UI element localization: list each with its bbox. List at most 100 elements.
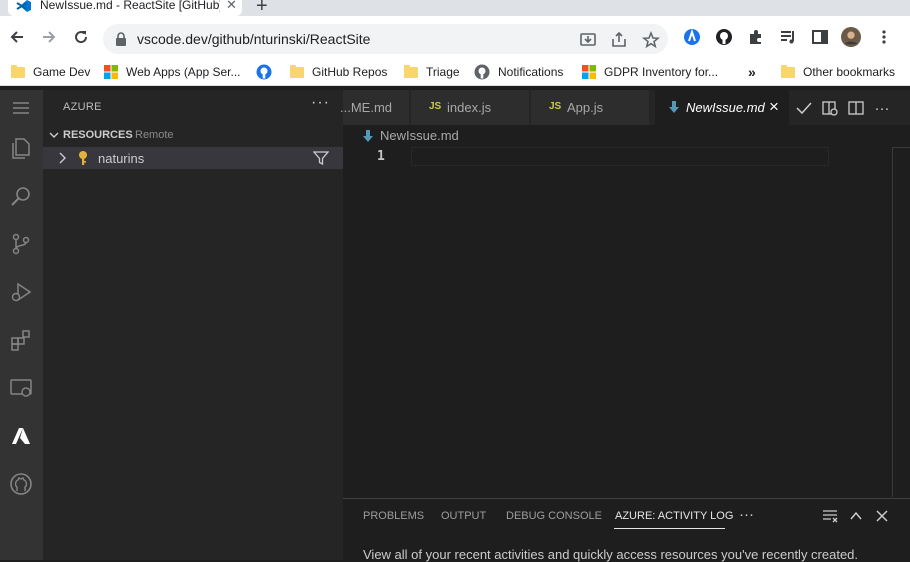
close-panel-button[interactable] [874, 508, 890, 524]
extensions-icon [11, 330, 30, 351]
azure-button[interactable] [5, 420, 37, 452]
profile-button[interactable] [841, 27, 861, 47]
resources-section-header[interactable]: RESOURCES Remote [43, 126, 343, 146]
editor-actions: ··· [790, 90, 910, 125]
editor-text-area[interactable] [411, 147, 829, 166]
bookmarks-bar: Game Dev Web Apps (App Ser... GitHub Rep… [0, 58, 910, 86]
more-bookmarks-button[interactable]: » [748, 64, 756, 80]
remote-explorer-icon [10, 379, 32, 397]
folder-icon [404, 64, 418, 78]
markdown-icon [669, 101, 679, 113]
explorer-button[interactable] [5, 132, 37, 164]
microsoft-icon [582, 65, 596, 79]
side-panel-icon [812, 30, 828, 44]
media-button[interactable] [778, 27, 798, 47]
close-tab-icon[interactable]: ✕ [226, 0, 237, 13]
open-preview-button[interactable] [821, 99, 839, 117]
bottom-panel: PROBLEMS OUTPUT DEBUG CONSOLE AZURE: ACT… [343, 498, 910, 562]
share-icon[interactable] [610, 31, 628, 49]
bookmark-game-dev[interactable]: Game Dev [11, 64, 90, 80]
remote-explorer-button[interactable] [5, 372, 37, 404]
key-icon [79, 151, 87, 165]
maximize-panel-button[interactable] [848, 508, 864, 524]
commit-button[interactable] [795, 99, 813, 117]
tab-azure-activity-log[interactable]: AZURE: ACTIVITY LOG [615, 510, 733, 522]
sidebar-more-actions-button[interactable]: ··· [311, 94, 330, 112]
active-tab-indicator [614, 528, 725, 529]
editor-more-actions-button[interactable]: ··· [873, 99, 891, 117]
github-icon [716, 29, 732, 45]
install-app-icon[interactable] [579, 31, 597, 49]
kebab-menu-icon [882, 30, 886, 44]
resources-title: RESOURCES [63, 129, 133, 141]
activity-bar [0, 90, 43, 560]
tree-item-naturins[interactable]: naturins [43, 147, 343, 169]
tab-newissue-md[interactable]: NewIssue.md × [655, 90, 790, 125]
bookmark-gdpr-inventory[interactable]: GDPR Inventory for... [582, 64, 718, 80]
lock-icon [116, 32, 126, 46]
bookmark-notifications[interactable]: Notifications [474, 64, 563, 80]
chevron-right-icon [59, 152, 66, 164]
tab-app-js[interactable]: JS App.js [531, 90, 650, 125]
tab-problems[interactable]: PROBLEMS [363, 510, 424, 522]
github-icon [256, 64, 272, 80]
sidebar-title: AZURE [63, 101, 102, 113]
bookmark-triage[interactable]: Triage [404, 64, 460, 80]
editor-area: ...ME.md JS index.js JS App.js NewIssue.… [340, 90, 910, 562]
bookmark-other-bookmarks[interactable]: Other bookmarks [781, 64, 895, 80]
back-button[interactable] [7, 27, 27, 47]
source-control-button[interactable] [5, 228, 37, 260]
breadcrumb[interactable]: NewIssue.md [363, 128, 459, 143]
bookmark-label: GitHub Repos [312, 65, 388, 79]
url-text: vscode.dev/github/nturinski/ReactSite [137, 31, 371, 47]
bookmark-github-repos[interactable]: GitHub Repos [290, 64, 387, 80]
run-debug-button[interactable] [5, 276, 37, 308]
playlist-icon [781, 31, 794, 44]
clear-log-button[interactable] [822, 508, 838, 524]
bookmark-web-apps[interactable]: Web Apps (App Ser... [104, 64, 241, 80]
bookmark-label: Notifications [498, 65, 564, 79]
address-bar[interactable]: vscode.dev/github/nturinski/ReactSite [103, 24, 668, 54]
tab-output[interactable]: OUTPUT [441, 510, 486, 522]
search-button[interactable] [5, 180, 37, 212]
bookmark-label: GDPR Inventory for... [604, 65, 719, 79]
tab-label: index.js [447, 100, 492, 115]
arrow-right-icon [43, 31, 56, 43]
chevron-up-icon [850, 511, 862, 520]
azure-icon [12, 428, 30, 444]
extension-azure-button[interactable] [682, 27, 702, 47]
browser-toolbar: vscode.dev/github/nturinski/ReactSite [0, 16, 910, 58]
markdown-icon [363, 129, 373, 142]
browser-tab-title: NewIssue.md - ReactSite [GitHub] [40, 0, 220, 12]
microsoft-icon [104, 65, 118, 79]
bookmark-github[interactable] [256, 64, 272, 80]
close-tab-button[interactable]: × [769, 97, 779, 117]
tab-debug-console[interactable]: DEBUG CONSOLE [506, 510, 602, 522]
close-icon [876, 510, 888, 522]
extensions-view-button[interactable] [5, 324, 37, 356]
github-view-button[interactable] [5, 468, 37, 500]
chevron-down-icon [49, 132, 59, 138]
split-editor-icon [848, 101, 864, 115]
overview-ruler [892, 147, 893, 497]
browser-tab-strip: NewIssue.md - ReactSite [GitHub] ✕ + [0, 0, 910, 17]
extension-github-button[interactable] [714, 27, 734, 47]
side-panel-button[interactable] [810, 27, 830, 47]
puzzle-icon [750, 30, 761, 44]
tab-index-js[interactable]: JS index.js [411, 90, 530, 125]
source-control-icon [12, 233, 30, 255]
panel-more-button[interactable]: ··· [739, 506, 754, 523]
reload-button[interactable] [71, 27, 91, 47]
resources-subtitle: Remote [135, 129, 174, 141]
folder-icon [290, 64, 304, 78]
menu-button[interactable] [5, 92, 37, 124]
extensions-button[interactable] [746, 27, 766, 47]
browser-tab[interactable]: NewIssue.md - ReactSite [GitHub] ✕ [8, 0, 242, 16]
split-editor-button[interactable] [847, 99, 865, 117]
vscode-workbench: AZURE ··· RESOURCES Remote naturins ...M… [0, 90, 910, 562]
filter-icon[interactable] [313, 151, 329, 165]
browser-menu-button[interactable] [874, 27, 894, 47]
star-icon[interactable] [642, 31, 660, 49]
tab-readme[interactable]: ...ME.md [340, 90, 410, 125]
forward-button[interactable] [39, 27, 59, 47]
